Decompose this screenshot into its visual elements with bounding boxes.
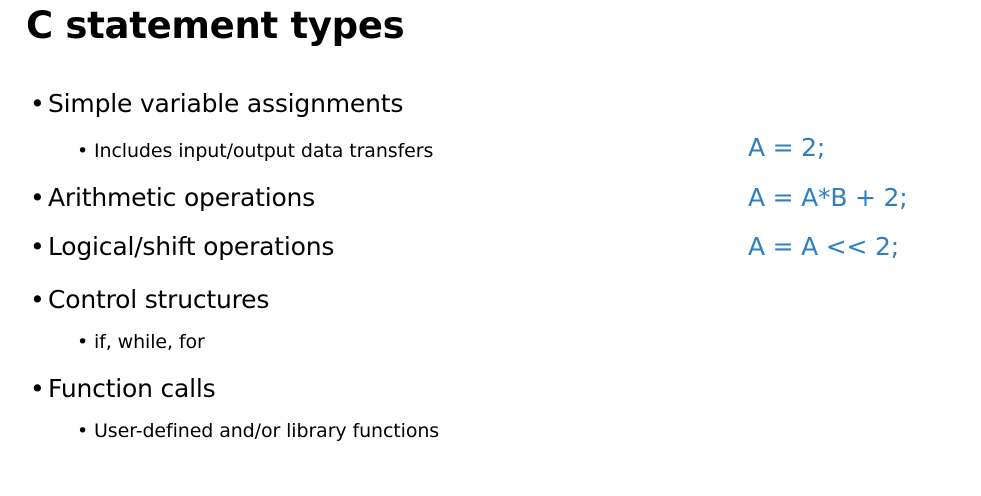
bullet-text: Includes input/output data transfers <box>94 140 434 162</box>
bullet-text: Logical/shift operations <box>48 232 335 261</box>
bullet-marker: • <box>77 140 89 162</box>
sub-bullet-io-transfers: • Includes input/output data transfers <box>77 138 433 164</box>
bullet-text: Simple variable assignments <box>48 89 404 118</box>
code-example-assignment: A = 2; <box>748 133 826 162</box>
bullet-function-calls: • Function calls <box>30 373 216 405</box>
slide: C statement types • Simple variable assig… <box>0 0 981 496</box>
bullet-marker: • <box>77 420 89 442</box>
code-example-shift: A = A << 2; <box>748 232 899 261</box>
sub-bullet-if-while-for: • if, while, for <box>77 329 205 355</box>
bullet-text: Arithmetic operations <box>48 183 316 212</box>
sub-bullet-user-library-functions: • User-defined and/or library functions <box>77 418 439 444</box>
bullet-marker: • <box>30 89 45 118</box>
slide-title: C statement types <box>26 4 405 47</box>
code-example-arithmetic: A = A*B + 2; <box>748 183 908 212</box>
bullet-arithmetic-operations: • Arithmetic operations <box>30 182 315 214</box>
bullet-text: User-defined and/or library functions <box>94 420 440 442</box>
bullet-text: Function calls <box>48 374 216 403</box>
bullet-simple-variable-assignments: • Simple variable assignments <box>30 88 403 120</box>
bullet-marker: • <box>77 331 89 353</box>
bullet-marker: • <box>30 183 45 212</box>
bullet-text: if, while, for <box>94 331 205 353</box>
bullet-marker: • <box>30 285 45 314</box>
bullet-logical-shift-operations: • Logical/shift operations <box>30 231 334 263</box>
bullet-marker: • <box>30 232 45 261</box>
bullet-control-structures: • Control structures <box>30 284 269 316</box>
bullet-marker: • <box>30 374 45 403</box>
bullet-text: Control structures <box>48 285 270 314</box>
